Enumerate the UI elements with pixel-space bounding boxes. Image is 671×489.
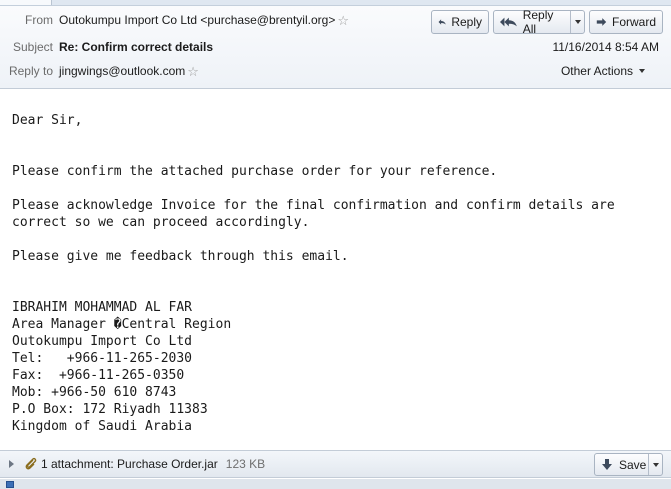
chevron-down-icon: [639, 69, 645, 73]
reply-arrow-icon: [438, 19, 446, 25]
message-body-text: Dear Sir, Please confirm the attached pu…: [12, 113, 615, 434]
status-icon: [6, 481, 14, 488]
replyto-value[interactable]: jingwings@outlook.com: [59, 64, 185, 78]
forward-label: Forward: [611, 15, 656, 29]
reply-all-dropdown[interactable]: [570, 11, 584, 33]
message-date: 11/16/2014 8:54 AM: [552, 40, 659, 54]
paperclip-icon: [25, 457, 37, 470]
reply-button[interactable]: Reply: [431, 10, 489, 34]
message-header: From Outokumpu Import Co Ltd <purchase@b…: [0, 6, 671, 89]
chevron-down-icon: [574, 20, 581, 24]
forward-button[interactable]: Forward: [589, 10, 663, 34]
save-label: Save: [619, 457, 647, 472]
other-actions-label: Other Actions: [560, 64, 633, 78]
from-row: From Outokumpu Import Co Ltd <purchase@b…: [0, 10, 349, 30]
subject-value: Re: Confirm correct details: [59, 40, 214, 54]
reply-label: Reply: [451, 15, 482, 29]
attachment-size: 123 KB: [225, 457, 266, 471]
expand-toggle-icon[interactable]: [9, 460, 14, 468]
other-actions-menu[interactable]: Other Actions: [561, 64, 645, 78]
replyto-label: Reply to: [8, 64, 53, 78]
message-body: Dear Sir, Please confirm the attached pu…: [0, 90, 671, 450]
reply-all-label: Reply All: [522, 8, 554, 36]
status-bar: [0, 479, 671, 489]
attachment-bar: 1 attachment: Purchase Order.jar 123 KB …: [0, 450, 671, 478]
reply-all-arrow-icon: [500, 17, 517, 27]
chevron-down-icon: [652, 462, 659, 467]
from-value[interactable]: Outokumpu Import Co Ltd <purchase@brenty…: [59, 13, 335, 27]
subject-row: Subject Re: Confirm correct details: [0, 37, 213, 57]
attachment-name[interactable]: 1 attachment: Purchase Order.jar: [41, 457, 218, 471]
star-icon[interactable]: ☆: [187, 65, 199, 78]
from-label: From: [25, 13, 53, 27]
tab-edge: [0, 0, 52, 5]
save-button[interactable]: Save: [594, 453, 663, 476]
subject-label: Subject: [12, 40, 53, 54]
reply-all-button[interactable]: Reply All: [493, 8, 585, 36]
save-dropdown[interactable]: [648, 454, 662, 475]
forward-arrow-icon: [596, 18, 607, 26]
replyto-row: Reply to jingwings@outlook.com ☆: [0, 61, 199, 81]
star-icon[interactable]: ☆: [337, 14, 349, 27]
download-arrow-icon: [602, 458, 612, 470]
